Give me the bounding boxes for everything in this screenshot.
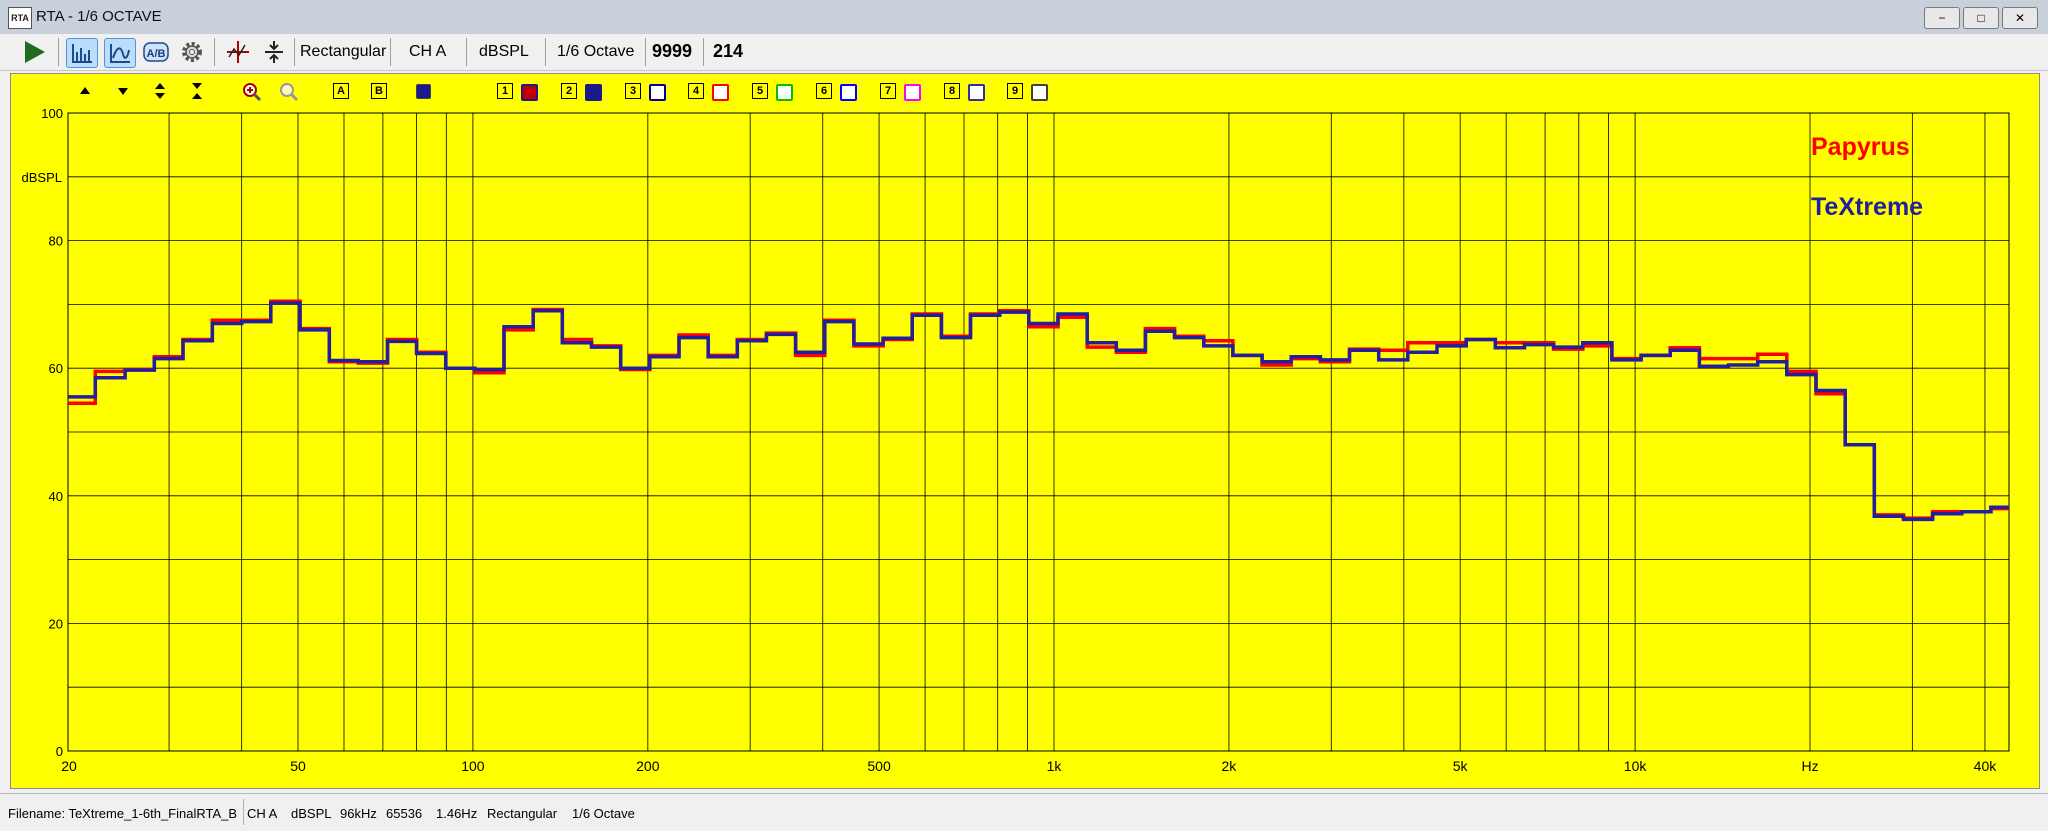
y-tick-label: 100 xyxy=(41,106,63,121)
trace-3-color-swatch[interactable] xyxy=(649,84,666,101)
status-window: Rectangular xyxy=(487,806,558,821)
trace-9-toggle[interactable]: 9 xyxy=(1007,83,1023,99)
status-unit: dBSPL xyxy=(291,806,332,821)
legend-textreme: TeXtreme xyxy=(1811,193,1924,221)
trace-4-toggle[interactable]: 4 xyxy=(688,83,704,99)
status-fft-size: 65536 xyxy=(386,806,423,821)
x-tick-label: 1k xyxy=(1047,758,1063,774)
x-tick-label: 500 xyxy=(867,758,891,774)
x-tick-label: 100 xyxy=(461,758,485,774)
trace-6-color-swatch[interactable] xyxy=(840,84,857,101)
trace-2-color-swatch[interactable] xyxy=(585,84,602,101)
trace-9-color-swatch[interactable] xyxy=(1031,84,1048,101)
x-tick-label: Hz xyxy=(1801,758,1818,774)
x-tick-label: 10k xyxy=(1624,758,1648,774)
x-tick-label: 5k xyxy=(1453,758,1469,774)
status-channel: CH A xyxy=(247,806,278,821)
trace-6-toggle[interactable]: 6 xyxy=(816,83,832,99)
x-tick-label: 40k xyxy=(1974,758,1998,774)
legend-papyrus: Papyrus xyxy=(1811,133,1910,161)
x-tick-label: 2k xyxy=(1222,758,1238,774)
trace-5-toggle[interactable]: 5 xyxy=(752,83,768,99)
rta-chart: 020406080100dBSPL20 50 100 200 500 1k 2k 5k 10k H… xyxy=(22,106,2010,774)
trace-8-color-swatch[interactable] xyxy=(968,84,985,101)
trace-5-color-swatch[interactable] xyxy=(776,84,793,101)
y-tick-label: 0 xyxy=(56,744,63,759)
x-tick-label: 50 xyxy=(290,758,306,774)
y-tick-label: 60 xyxy=(49,361,63,376)
status-sample-rate: 96kHz xyxy=(340,806,377,821)
trace-7-toggle[interactable]: 7 xyxy=(880,83,896,99)
status-separator xyxy=(243,799,244,825)
status-octave: 1/6 Octave xyxy=(572,806,635,821)
x-tick-label: 20 xyxy=(61,758,77,774)
trace-1-color-swatch[interactable] xyxy=(521,84,538,101)
y-axis-label: dBSPL xyxy=(22,170,62,185)
trace-2-toggle[interactable]: 2 xyxy=(561,83,577,99)
x-tick-label: 200 xyxy=(636,758,660,774)
trace-3-toggle[interactable]: 3 xyxy=(625,83,641,99)
trace-1-toggle[interactable]: 1 xyxy=(497,83,513,99)
status-resolution: 1.46Hz xyxy=(436,806,478,821)
y-tick-label: 20 xyxy=(49,616,63,631)
status-filename: Filename: TeXtreme_1-6th_FinalRTA_B xyxy=(8,806,238,821)
trace-7-color-swatch[interactable] xyxy=(904,84,921,101)
trace-8-toggle[interactable]: 8 xyxy=(944,83,960,99)
trace-4-color-swatch[interactable] xyxy=(712,84,729,101)
y-tick-label: 80 xyxy=(49,234,63,249)
y-tick-label: 40 xyxy=(49,489,63,504)
